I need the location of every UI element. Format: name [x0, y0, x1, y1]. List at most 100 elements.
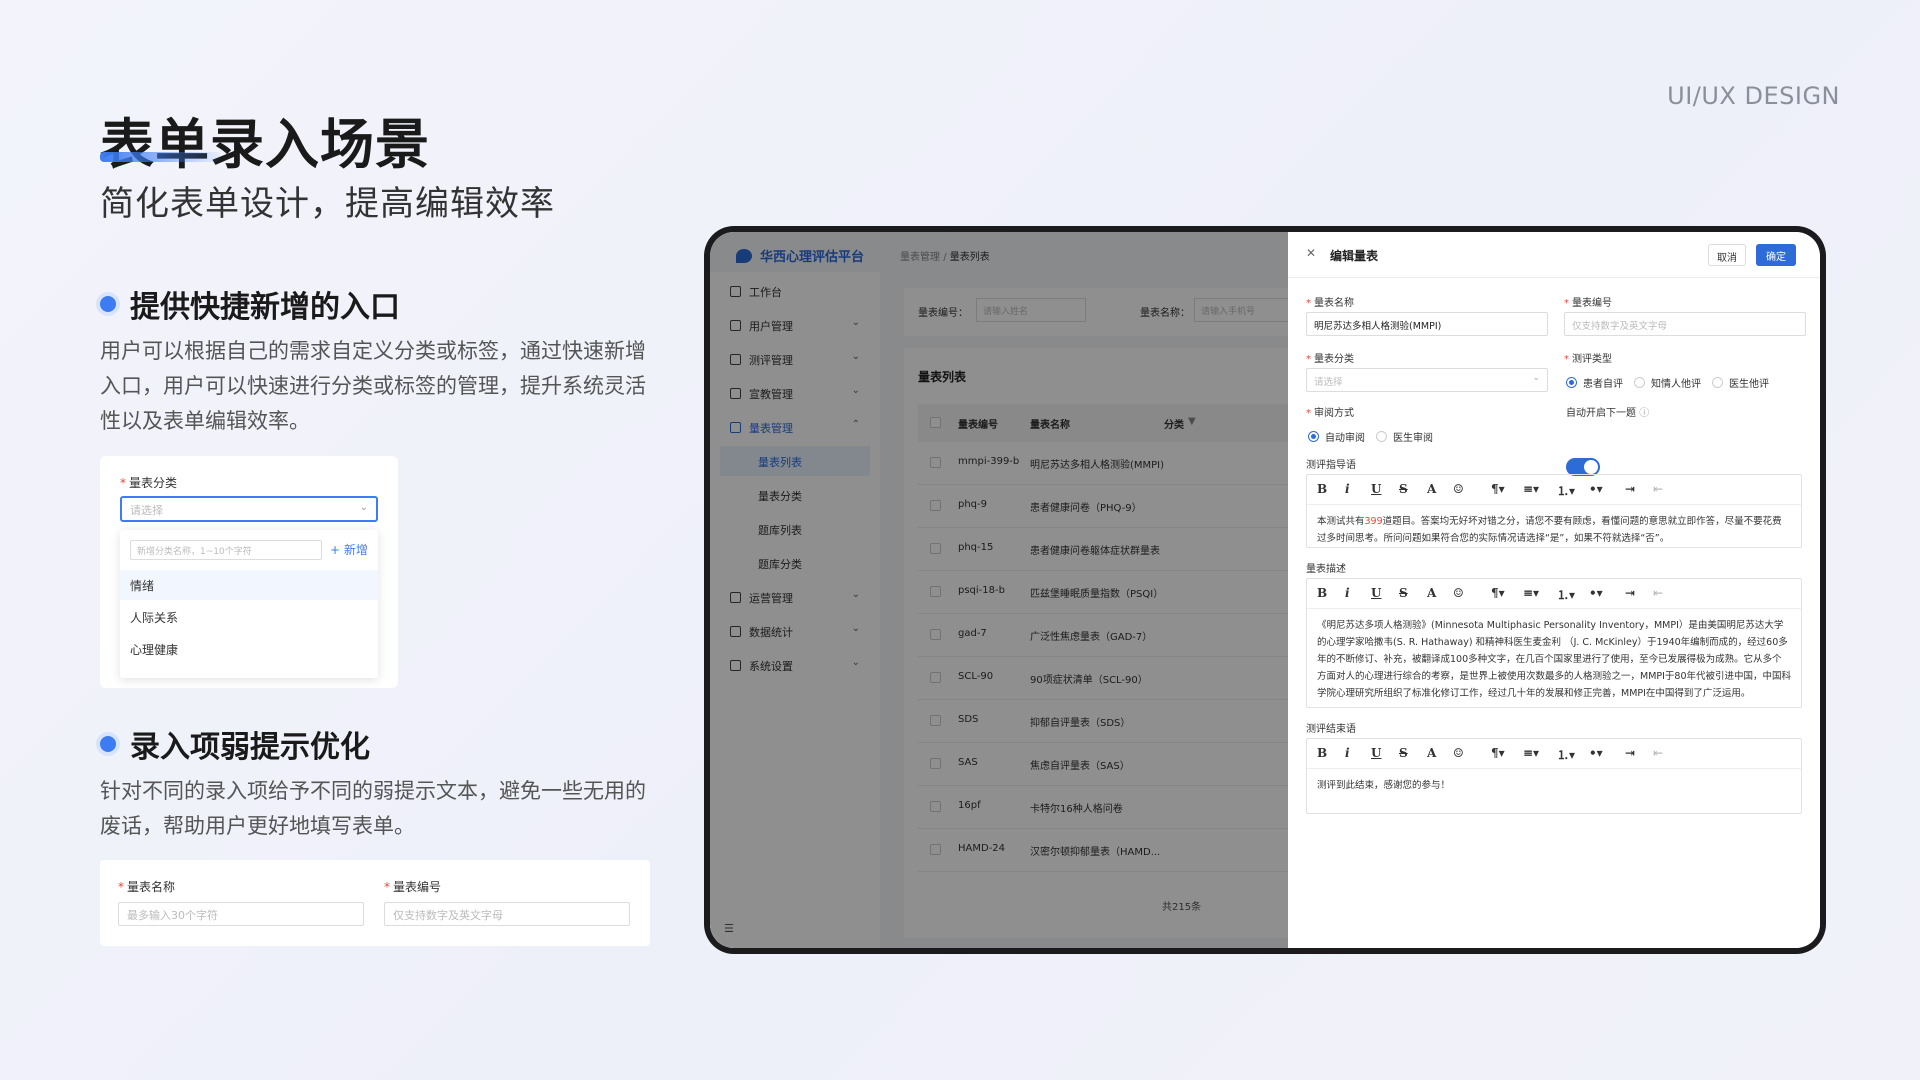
edit-scale-drawer: ✕ 编辑量表 取消 确定 * 量表名称 明尼苏达多相人格测验(MMPI) * 量表编… — [1288, 232, 1820, 948]
align-icon[interactable]: ≡▾ — [1523, 482, 1539, 496]
category-demo-card: * 量表分类 请选择 ⌄ 新增分类名称，1~10个字符 + 新增 情绪 人际关系 心… — [100, 456, 398, 688]
scale-category-select[interactable]: 请选择 ⌄ — [1306, 368, 1548, 392]
new-category-input[interactable]: 新增分类名称，1~10个字符 — [130, 540, 322, 560]
chevron-down-icon: ⌄ — [1532, 373, 1540, 383]
font-color-icon[interactable]: A — [1427, 746, 1436, 760]
emoji-icon[interactable]: ☺ — [1453, 482, 1464, 496]
scale-name-input[interactable]: 明尼苏达多相人格测验(MMPI) — [1306, 312, 1548, 336]
end-message-editor[interactable]: B i U S A ☺ ¶▾ ≡▾ ⒈▾ •▾ ⇥ ⇤ 测评到此结束，感谢您的参… — [1306, 738, 1802, 814]
info-icon: ⓘ — [1639, 408, 1650, 419]
font-color-icon[interactable]: A — [1427, 482, 1436, 496]
modal-overlay[interactable] — [710, 232, 1288, 948]
indent-icon[interactable]: ⇥ — [1625, 586, 1635, 600]
hint-demo-card: * 量表名称 最多输入30个字符 * 量表编号 仅支持数字及英文字母 — [100, 860, 650, 946]
cancel-button[interactable]: 取消 — [1708, 244, 1746, 266]
paragraph-icon[interactable]: ¶▾ — [1491, 586, 1505, 600]
bullet-icon — [100, 296, 116, 312]
page-title: 表单录入场景 — [100, 113, 430, 176]
section-heading-weak-hint: 录入项弱提示优化 — [100, 722, 370, 766]
scale-category-label: * 量表分类 — [1306, 354, 1354, 365]
name-input[interactable]: 最多输入30个字符 — [118, 902, 364, 926]
end-message-label: 测评结束语 — [1306, 724, 1356, 735]
bold-icon[interactable]: B — [1317, 586, 1327, 600]
underline-icon[interactable]: U — [1371, 746, 1381, 760]
radio-icon — [1712, 377, 1723, 388]
underline-icon[interactable]: U — [1371, 586, 1381, 600]
align-icon[interactable]: ≡▾ — [1523, 586, 1539, 600]
brand-label: UI/UX DESIGN — [1667, 82, 1840, 110]
code-input[interactable]: 仅支持数字及英文字母 — [384, 902, 630, 926]
title-underline — [100, 152, 220, 162]
strikethrough-icon[interactable]: S — [1399, 482, 1408, 496]
indent-icon[interactable]: ⇥ — [1625, 482, 1635, 496]
section-heading-quick-add: 提供快捷新增的入口 — [100, 282, 400, 326]
editor-toolbar: B i U S A ☺ ¶▾ ≡▾ ⒈▾ •▾ ⇥ ⇤ — [1307, 579, 1801, 609]
editor-toolbar: B i U S A ☺ ¶▾ ≡▾ ⒈▾ •▾ ⇥ ⇤ — [1307, 739, 1801, 769]
dropdown-option[interactable]: 心理健康 — [120, 634, 378, 664]
description-text: 《明尼苏达多项人格测验》(Minnesota Multiphasic Perso… — [1317, 620, 1792, 699]
strikethrough-icon[interactable]: S — [1399, 746, 1408, 760]
review-radio-auto[interactable]: 自动审阅 — [1308, 429, 1365, 444]
review-method-label: * 审阅方式 — [1306, 408, 1354, 419]
chevron-down-icon: ⌄ — [359, 502, 368, 513]
radio-icon — [1308, 431, 1319, 442]
category-dropdown: 新增分类名称，1~10个字符 + 新增 情绪 人际关系 心理健康 — [120, 530, 378, 678]
admin-app: 华西心理评估平台 量表管理 / 量表列表 工作台 用户管理 ⌄ 测评管理 ⌄ 宣教管… — [710, 232, 1304, 948]
bullet-list-icon[interactable]: •▾ — [1589, 746, 1603, 760]
ordered-list-icon[interactable]: ⒈▾ — [1557, 586, 1575, 603]
scale-code-label: * 量表编号 — [1564, 298, 1612, 309]
category-label: * 量表分类 — [120, 476, 178, 490]
bullet-icon — [100, 736, 116, 752]
bullet-list-icon[interactable]: •▾ — [1589, 482, 1603, 496]
bullet-list-icon[interactable]: •▾ — [1589, 586, 1603, 600]
description-label: 量表描述 — [1306, 564, 1346, 575]
bold-icon[interactable]: B — [1317, 482, 1327, 496]
outdent-icon[interactable]: ⇤ — [1653, 482, 1663, 496]
category-select[interactable]: 请选择 ⌄ — [120, 496, 378, 522]
section-text-quick-add: 用户可以根据自己的需求自定义分类或标签，通过快速新增入口，用户可以快速进行分类或… — [100, 339, 646, 433]
outdent-icon[interactable]: ⇤ — [1653, 586, 1663, 600]
guide-text: 本测试共有399道题目。答案均无好坏对错之分，请您不要有顾虑，看懂问题的意思就立… — [1317, 516, 1782, 544]
radio-icon — [1376, 431, 1387, 442]
ordered-list-icon[interactable]: ⒈▾ — [1557, 746, 1575, 763]
page-subtitle: 简化表单设计，提高编辑效率 — [100, 184, 555, 224]
scale-code-input[interactable]: 仅支持数字及英文字母 — [1564, 312, 1806, 336]
code-label: * 量表编号 — [384, 880, 442, 894]
confirm-button[interactable]: 确定 — [1756, 244, 1796, 266]
drawer-title: 编辑量表 — [1330, 249, 1379, 263]
review-radio-doctor[interactable]: 医生审阅 — [1376, 429, 1433, 444]
italic-icon[interactable]: i — [1345, 482, 1350, 496]
font-color-icon[interactable]: A — [1427, 586, 1436, 600]
paragraph-icon[interactable]: ¶▾ — [1491, 482, 1505, 496]
radio-icon — [1634, 377, 1645, 388]
align-icon[interactable]: ≡▾ — [1523, 746, 1539, 760]
radio-icon — [1566, 377, 1577, 388]
dropdown-option[interactable]: 情绪 — [120, 570, 378, 600]
add-category-button[interactable]: + 新增 — [330, 541, 368, 558]
dropdown-option[interactable]: 人际关系 — [120, 602, 378, 632]
description-editor[interactable]: B i U S A ☺ ¶▾ ≡▾ ⒈▾ •▾ ⇥ ⇤ 《明尼苏达多项人格测验》… — [1306, 578, 1802, 708]
type-radio-self[interactable]: 患者自评 — [1566, 375, 1623, 390]
bold-icon[interactable]: B — [1317, 746, 1327, 760]
type-radio-doctor[interactable]: 医生他评 — [1712, 375, 1769, 390]
underline-icon[interactable]: U — [1371, 482, 1381, 496]
editor-toolbar: B i U S A ☺ ¶▾ ≡▾ ⒈▾ •▾ ⇥ ⇤ — [1307, 475, 1801, 505]
assessment-type-label: * 测评类型 — [1564, 354, 1612, 365]
scale-name-label: * 量表名称 — [1306, 298, 1354, 309]
italic-icon[interactable]: i — [1345, 746, 1350, 760]
emoji-icon[interactable]: ☺ — [1453, 746, 1464, 760]
drawer-header: ✕ 编辑量表 取消 确定 — [1288, 232, 1820, 278]
strikethrough-icon[interactable]: S — [1399, 586, 1408, 600]
italic-icon[interactable]: i — [1345, 586, 1350, 600]
auto-next-label: 自动开启下一题 ⓘ — [1566, 408, 1650, 419]
ordered-list-icon[interactable]: ⒈▾ — [1557, 482, 1575, 499]
tablet-screen: 华西心理评估平台 量表管理 / 量表列表 工作台 用户管理 ⌄ 测评管理 ⌄ 宣教管… — [710, 232, 1820, 948]
paragraph-icon[interactable]: ¶▾ — [1491, 746, 1505, 760]
outdent-icon[interactable]: ⇤ — [1653, 746, 1663, 760]
end-message-text: 测评到此结束，感谢您的参与！ — [1317, 780, 1451, 791]
indent-icon[interactable]: ⇥ — [1625, 746, 1635, 760]
type-radio-informant[interactable]: 知情人他评 — [1634, 375, 1701, 390]
guide-editor[interactable]: B i U S A ☺ ¶▾ ≡▾ ⒈▾ •▾ ⇥ ⇤ 本测试共有399道题目。… — [1306, 474, 1802, 548]
emoji-icon[interactable]: ☺ — [1453, 586, 1464, 600]
close-icon[interactable]: ✕ — [1306, 246, 1316, 260]
